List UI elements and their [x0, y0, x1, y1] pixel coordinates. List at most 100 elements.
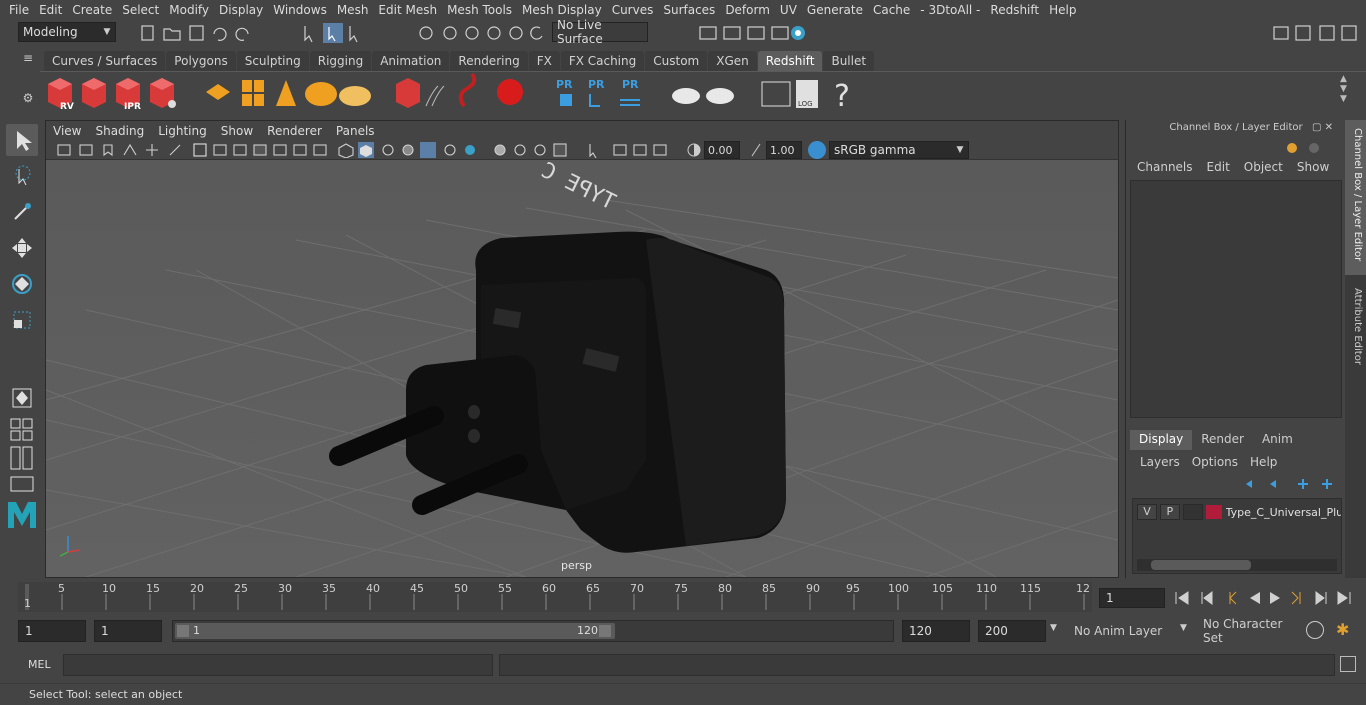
tab-xgen[interactable]: XGen	[708, 51, 757, 71]
tab-redshift[interactable]: Redshift	[757, 51, 823, 71]
gamma-field[interactable]: 1.00	[766, 141, 802, 159]
menu-file[interactable]: File	[0, 3, 34, 17]
menu-help[interactable]: Help	[1044, 3, 1081, 17]
layer-menu-help[interactable]: Help	[1244, 455, 1283, 473]
rotate-tool-icon[interactable]	[6, 268, 38, 300]
menu-surfaces[interactable]: Surfaces	[658, 3, 720, 17]
anim-prefs-icon[interactable]: ✱	[1336, 620, 1356, 640]
live-surface-field[interactable]: No Live Surface	[552, 18, 648, 46]
playback-start-field[interactable]: 1	[94, 620, 162, 642]
menu-mesh-tools[interactable]: Mesh Tools	[442, 3, 517, 17]
menu-create[interactable]: Create	[67, 3, 117, 17]
layer-visibility-toggle[interactable]: V	[1137, 504, 1157, 520]
move-tool-icon[interactable]	[6, 232, 38, 264]
tab-channel-box-layer-editor[interactable]: Channel Box / Layer Editor	[1345, 120, 1366, 275]
current-frame-field[interactable]: 1	[1099, 588, 1165, 608]
tab-polygons[interactable]: Polygons	[166, 51, 236, 71]
tab-curves-surfaces[interactable]: Curves / Surfaces	[44, 51, 166, 71]
channel-list[interactable]	[1130, 180, 1342, 418]
tab-fx[interactable]: FX	[528, 51, 560, 71]
tab-display-layers[interactable]: Display	[1130, 430, 1193, 450]
chevron-down-icon[interactable]: ▼	[1180, 623, 1187, 633]
menu-uv[interactable]: UV	[775, 3, 802, 17]
scale-tool-icon[interactable]	[6, 304, 38, 336]
layer-hscrollbar[interactable]	[1137, 559, 1337, 571]
layer-name[interactable]: Type_C_Universal_Plug	[1226, 506, 1341, 519]
vp-menu-panels[interactable]: Panels	[329, 124, 382, 138]
scene-start-field[interactable]: 1	[18, 620, 86, 642]
menu-cache[interactable]: Cache	[868, 3, 915, 17]
tab-custom[interactable]: Custom	[645, 51, 708, 71]
cb-menu-show[interactable]: Show	[1290, 160, 1336, 178]
attribute-editor-icon	[1319, 25, 1335, 41]
range-handle-right[interactable]	[599, 625, 611, 637]
tab-anim-layers[interactable]: Anim	[1253, 430, 1302, 450]
tab-render-layers[interactable]: Render	[1192, 430, 1253, 450]
range-handle-left[interactable]	[177, 625, 189, 637]
layout-split-icon[interactable]	[6, 446, 38, 470]
menu-3dtoall[interactable]: - 3DtoAll -	[915, 3, 985, 17]
menu-edit-mesh[interactable]: Edit Mesh	[373, 3, 442, 17]
chevron-down-icon[interactable]: ▼	[1050, 623, 1057, 633]
menu-redshift[interactable]: Redshift	[985, 3, 1044, 17]
auto-key-icon[interactable]	[1306, 621, 1324, 639]
vp-menu-view[interactable]: View	[46, 124, 88, 138]
tab-bullet[interactable]: Bullet	[823, 51, 875, 71]
colorspace-dropdown[interactable]: sRGB gamma ▼	[829, 141, 969, 159]
layer-color-swatch[interactable]	[1205, 505, 1222, 519]
menu-deform[interactable]: Deform	[720, 3, 775, 17]
command-input[interactable]	[63, 654, 493, 676]
menu-curves[interactable]: Curves	[607, 3, 659, 17]
select-tool-icon[interactable]	[6, 124, 38, 156]
tab-attribute-editor[interactable]: Attribute Editor	[1345, 282, 1366, 382]
paint-select-tool-icon[interactable]	[6, 196, 38, 228]
mode-dropdown[interactable]: Modeling ▼	[18, 22, 116, 42]
mel-label[interactable]: MEL	[28, 658, 51, 671]
tab-sculpting[interactable]: Sculpting	[236, 51, 309, 71]
range-slider-handle[interactable]	[175, 623, 615, 639]
color-management-icon[interactable]	[808, 141, 826, 159]
gear-icon[interactable]: ⚙	[18, 91, 38, 105]
layer-playback-toggle[interactable]: P	[1159, 504, 1180, 520]
menu-display[interactable]: Display	[214, 3, 268, 17]
vp-menu-shading[interactable]: Shading	[88, 124, 151, 138]
shelf-menu-icon[interactable]: ≡	[18, 51, 38, 71]
cb-menu-edit[interactable]: Edit	[1200, 160, 1237, 178]
layout-outliner-icon[interactable]	[6, 474, 38, 494]
menu-modify[interactable]: Modify	[164, 3, 214, 17]
menu-edit[interactable]: Edit	[34, 3, 67, 17]
layer-scroll-thumb[interactable]	[1151, 560, 1251, 570]
exposure-field[interactable]: 0.00	[704, 141, 740, 159]
vp-menu-renderer[interactable]: Renderer	[260, 124, 329, 138]
layer-menu-layers[interactable]: Layers	[1134, 455, 1186, 473]
soft-select-icon[interactable]	[6, 382, 38, 414]
menu-generate[interactable]: Generate	[802, 3, 868, 17]
time-slider[interactable]: 5 10 15 20 25 30 35 40 45 50 55 60 65 70…	[18, 582, 1092, 612]
lasso-tool-icon[interactable]	[6, 160, 38, 192]
scene-end-field[interactable]: 200	[978, 620, 1046, 642]
menu-mesh[interactable]: Mesh	[332, 3, 374, 17]
vp-menu-lighting[interactable]: Lighting	[151, 124, 214, 138]
menu-select[interactable]: Select	[117, 3, 164, 17]
tab-fx-caching[interactable]: FX Caching	[560, 51, 645, 71]
range-slider[interactable]: 1 120	[172, 620, 894, 642]
cb-menu-object[interactable]: Object	[1237, 160, 1290, 178]
anim-layer-dropdown[interactable]: No Anim Layer	[1068, 620, 1178, 642]
menu-windows[interactable]: Windows	[268, 3, 332, 17]
layer-menu-options[interactable]: Options	[1186, 455, 1244, 473]
tab-rigging[interactable]: Rigging	[309, 51, 372, 71]
menu-mesh-display[interactable]: Mesh Display	[517, 3, 607, 17]
layer-row[interactable]: V P Type_C_Universal_Plug	[1133, 501, 1341, 523]
playback-end-field[interactable]: 120	[902, 620, 970, 642]
panel-controls[interactable]: ▢ ✕	[1312, 122, 1342, 136]
layout-single-icon[interactable]	[6, 418, 38, 442]
script-editor-icon[interactable]	[1340, 656, 1356, 672]
layer-type-toggle[interactable]	[1182, 504, 1203, 520]
tab-rendering[interactable]: Rendering	[450, 51, 528, 71]
character-set-dropdown[interactable]: No Character Set	[1197, 617, 1301, 645]
cb-menu-channels[interactable]: Channels	[1130, 160, 1200, 178]
shelf-scroll[interactable]: ▲ ▼ ▼	[1340, 74, 1354, 114]
vp-menu-show[interactable]: Show	[214, 124, 260, 138]
viewport-scene[interactable]: TYPE C	[46, 158, 1118, 577]
tab-animation[interactable]: Animation	[372, 51, 450, 71]
